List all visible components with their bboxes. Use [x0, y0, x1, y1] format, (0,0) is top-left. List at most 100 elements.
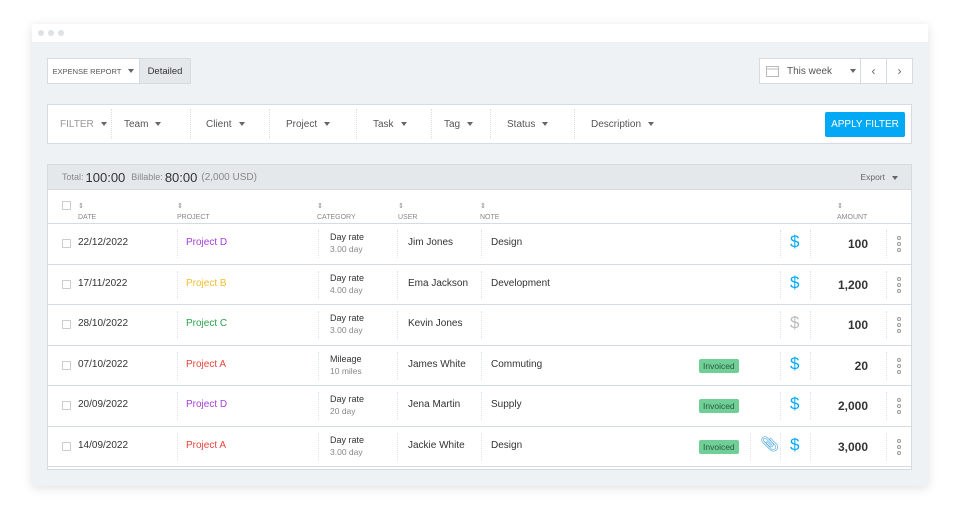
window-dot [38, 30, 44, 36]
project-link[interactable]: Project B [186, 278, 227, 289]
next-button[interactable]: › [886, 58, 913, 84]
more-options-icon[interactable] [897, 398, 901, 414]
sort-category[interactable]: CATEGORY ⇕ [317, 202, 356, 221]
note-cell: Development [491, 277, 550, 289]
expense-table: DATE ⇕ PROJECT ⇕ CATEGORY ⇕ USER ⇕ NOTE … [47, 190, 912, 470]
filter-team[interactable]: Team [112, 109, 191, 139]
filter-task[interactable]: Task [357, 109, 432, 139]
paperclip-icon[interactable]: 📎︎ [760, 435, 779, 453]
user-cell: James White [408, 358, 466, 370]
amount-cell: 100 [847, 237, 868, 251]
table-row[interactable]: 22/12/2022 Project D Day rate 3.00 day J… [48, 224, 911, 265]
date-cell: 14/09/2022 [78, 439, 129, 451]
billable-label: Billable: [131, 172, 163, 182]
row-checkbox[interactable] [62, 320, 71, 329]
chevron-down-icon [324, 122, 331, 126]
category-cell: Mileage [330, 353, 362, 364]
filter-dropdown[interactable]: FILTER [48, 109, 112, 139]
project-link[interactable]: Project D [186, 399, 227, 410]
filter-tag[interactable]: Tag [432, 109, 491, 139]
sort-note[interactable]: NOTE ⇕ [480, 202, 499, 221]
project-link[interactable]: Project A [186, 440, 226, 451]
column-label: USER [398, 214, 418, 221]
filter-project[interactable]: Project [270, 109, 357, 139]
date-range-dropdown[interactable]: This week [759, 58, 861, 84]
filter-label: Team [124, 118, 149, 130]
category-cell: Day rate [330, 394, 365, 404]
total-value: 100:00 [85, 169, 126, 185]
billable-dollar-icon[interactable]: $ [790, 394, 799, 414]
sort-project[interactable]: PROJECT ⇕ [177, 202, 210, 221]
note-cell: Design [491, 237, 523, 248]
quantity-cell: 4.00 day [330, 284, 363, 295]
report-type-dropdown[interactable]: EXPENSE REPORT [47, 58, 140, 84]
table-row[interactable]: 17/11/2022 Project B Day rate 4.00 day E… [48, 265, 911, 305]
previous-button[interactable]: ‹ [860, 58, 887, 84]
chevron-right-icon: › [897, 64, 902, 78]
table-row[interactable]: 20/09/2022 Project D Day rate 20 day Jen… [48, 386, 911, 427]
user-cell: Jackie White [408, 439, 465, 451]
calendar-icon [766, 66, 779, 77]
column-label: AMOUNT [837, 214, 868, 221]
more-options-icon[interactable] [897, 357, 901, 374]
sort-date[interactable]: DATE ⇕ [78, 202, 96, 221]
sort-user[interactable]: USER ⇕ [398, 202, 417, 221]
filter-label: Task [373, 118, 394, 130]
user-cell: Ema Jackson [408, 277, 469, 289]
row-checkbox[interactable] [62, 279, 71, 289]
sort-amount[interactable]: AMOUNT ⇕ [837, 202, 867, 221]
filter-description[interactable]: Description [575, 109, 675, 139]
note-cell: Supply [491, 399, 522, 410]
filter-bar: FILTER Team Client Project Task Tag Stat… [47, 104, 912, 144]
row-checkbox[interactable] [62, 441, 71, 451]
chevron-down-icon [400, 122, 407, 126]
more-options-icon[interactable] [897, 317, 901, 333]
table-row[interactable]: 14/09/2022 Project A Day rate 3.00 day J… [48, 427, 911, 467]
detailed-label: Detailed [147, 65, 183, 77]
table-row[interactable]: 28/10/2022 Project C Day rate 3.00 day K… [48, 305, 911, 346]
more-options-icon[interactable] [897, 276, 901, 293]
more-options-icon[interactable] [897, 236, 901, 252]
table-row[interactable]: 07/10/2022 Project A Mileage 10 miles Ja… [48, 346, 911, 386]
billable-dollar-icon[interactable]: $ [790, 313, 799, 333]
category-cell: Day rate [330, 313, 365, 323]
category-cell: Day rate [330, 434, 365, 445]
project-link[interactable]: Project A [186, 359, 226, 370]
chevron-down-icon [850, 69, 857, 73]
detailed-tab[interactable]: Detailed [139, 58, 191, 84]
filter-label: Status [507, 118, 536, 130]
row-checkbox[interactable] [62, 239, 71, 248]
amount-cell: 20 [854, 358, 868, 373]
window-dot [48, 30, 54, 36]
export-dropdown[interactable]: Export [860, 172, 898, 182]
row-checkbox[interactable] [62, 401, 71, 410]
row-checkbox[interactable] [62, 360, 71, 370]
summary-bar: Total: 100:00 Billable: 80:00 (2,000 USD) … [47, 164, 912, 190]
billable-dollar-icon[interactable]: $ [790, 354, 799, 374]
status-badge: Invoiced [699, 439, 739, 454]
status-badge: Invoiced [699, 358, 739, 373]
chevron-down-icon [155, 122, 162, 126]
billable-value: 80:00 [164, 169, 198, 185]
apply-filter-button[interactable]: APPLY FILTER [825, 112, 905, 137]
chevron-down-icon [100, 122, 107, 126]
quantity-cell: 20 day [330, 406, 356, 416]
billable-dollar-icon[interactable]: $ [790, 435, 799, 455]
select-all-checkbox[interactable] [62, 201, 71, 210]
quantity-cell: 3.00 day [330, 446, 363, 457]
billable-dollar-icon[interactable]: $ [790, 232, 799, 252]
date-range-label: This week [787, 65, 833, 77]
total-label: Total: [62, 172, 84, 182]
project-link[interactable]: Project C [186, 318, 227, 329]
chevron-down-icon [892, 175, 898, 180]
column-label: PROJECT [177, 214, 210, 221]
project-link[interactable]: Project D [186, 237, 227, 248]
table-body: 22/12/2022 Project D Day rate 3.00 day J… [48, 224, 911, 467]
filter-status[interactable]: Status [491, 109, 575, 139]
billable-dollar-icon[interactable]: $ [790, 273, 799, 293]
more-options-icon[interactable] [897, 438, 901, 455]
billable-amount: (2,000 USD) [201, 171, 257, 183]
export-label: Export [860, 172, 885, 182]
filter-client[interactable]: Client [191, 109, 270, 139]
chevron-down-icon [648, 122, 655, 126]
